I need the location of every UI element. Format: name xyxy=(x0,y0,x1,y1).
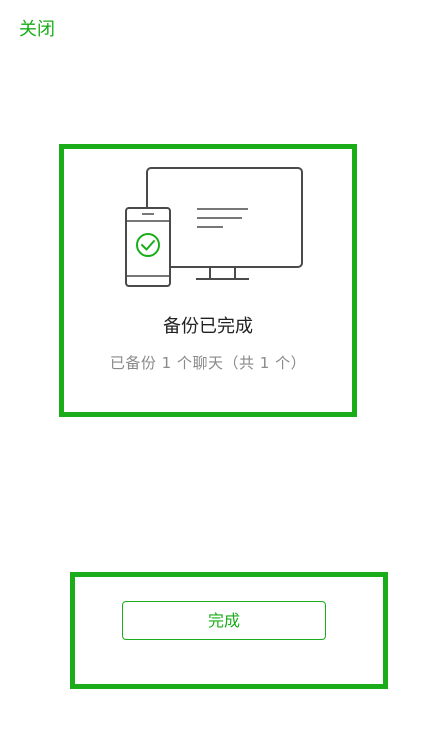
backup-count-subtitle: 已备份 1 个聊天（共 1 个） xyxy=(109,354,307,372)
document-lines-icon xyxy=(197,208,248,228)
phone-to-computer-backup-illustration xyxy=(125,167,303,287)
done-button[interactable]: 完成 xyxy=(122,601,326,640)
backup-complete-title: 备份已完成 xyxy=(163,316,253,337)
close-button[interactable]: 关闭 xyxy=(19,18,55,42)
